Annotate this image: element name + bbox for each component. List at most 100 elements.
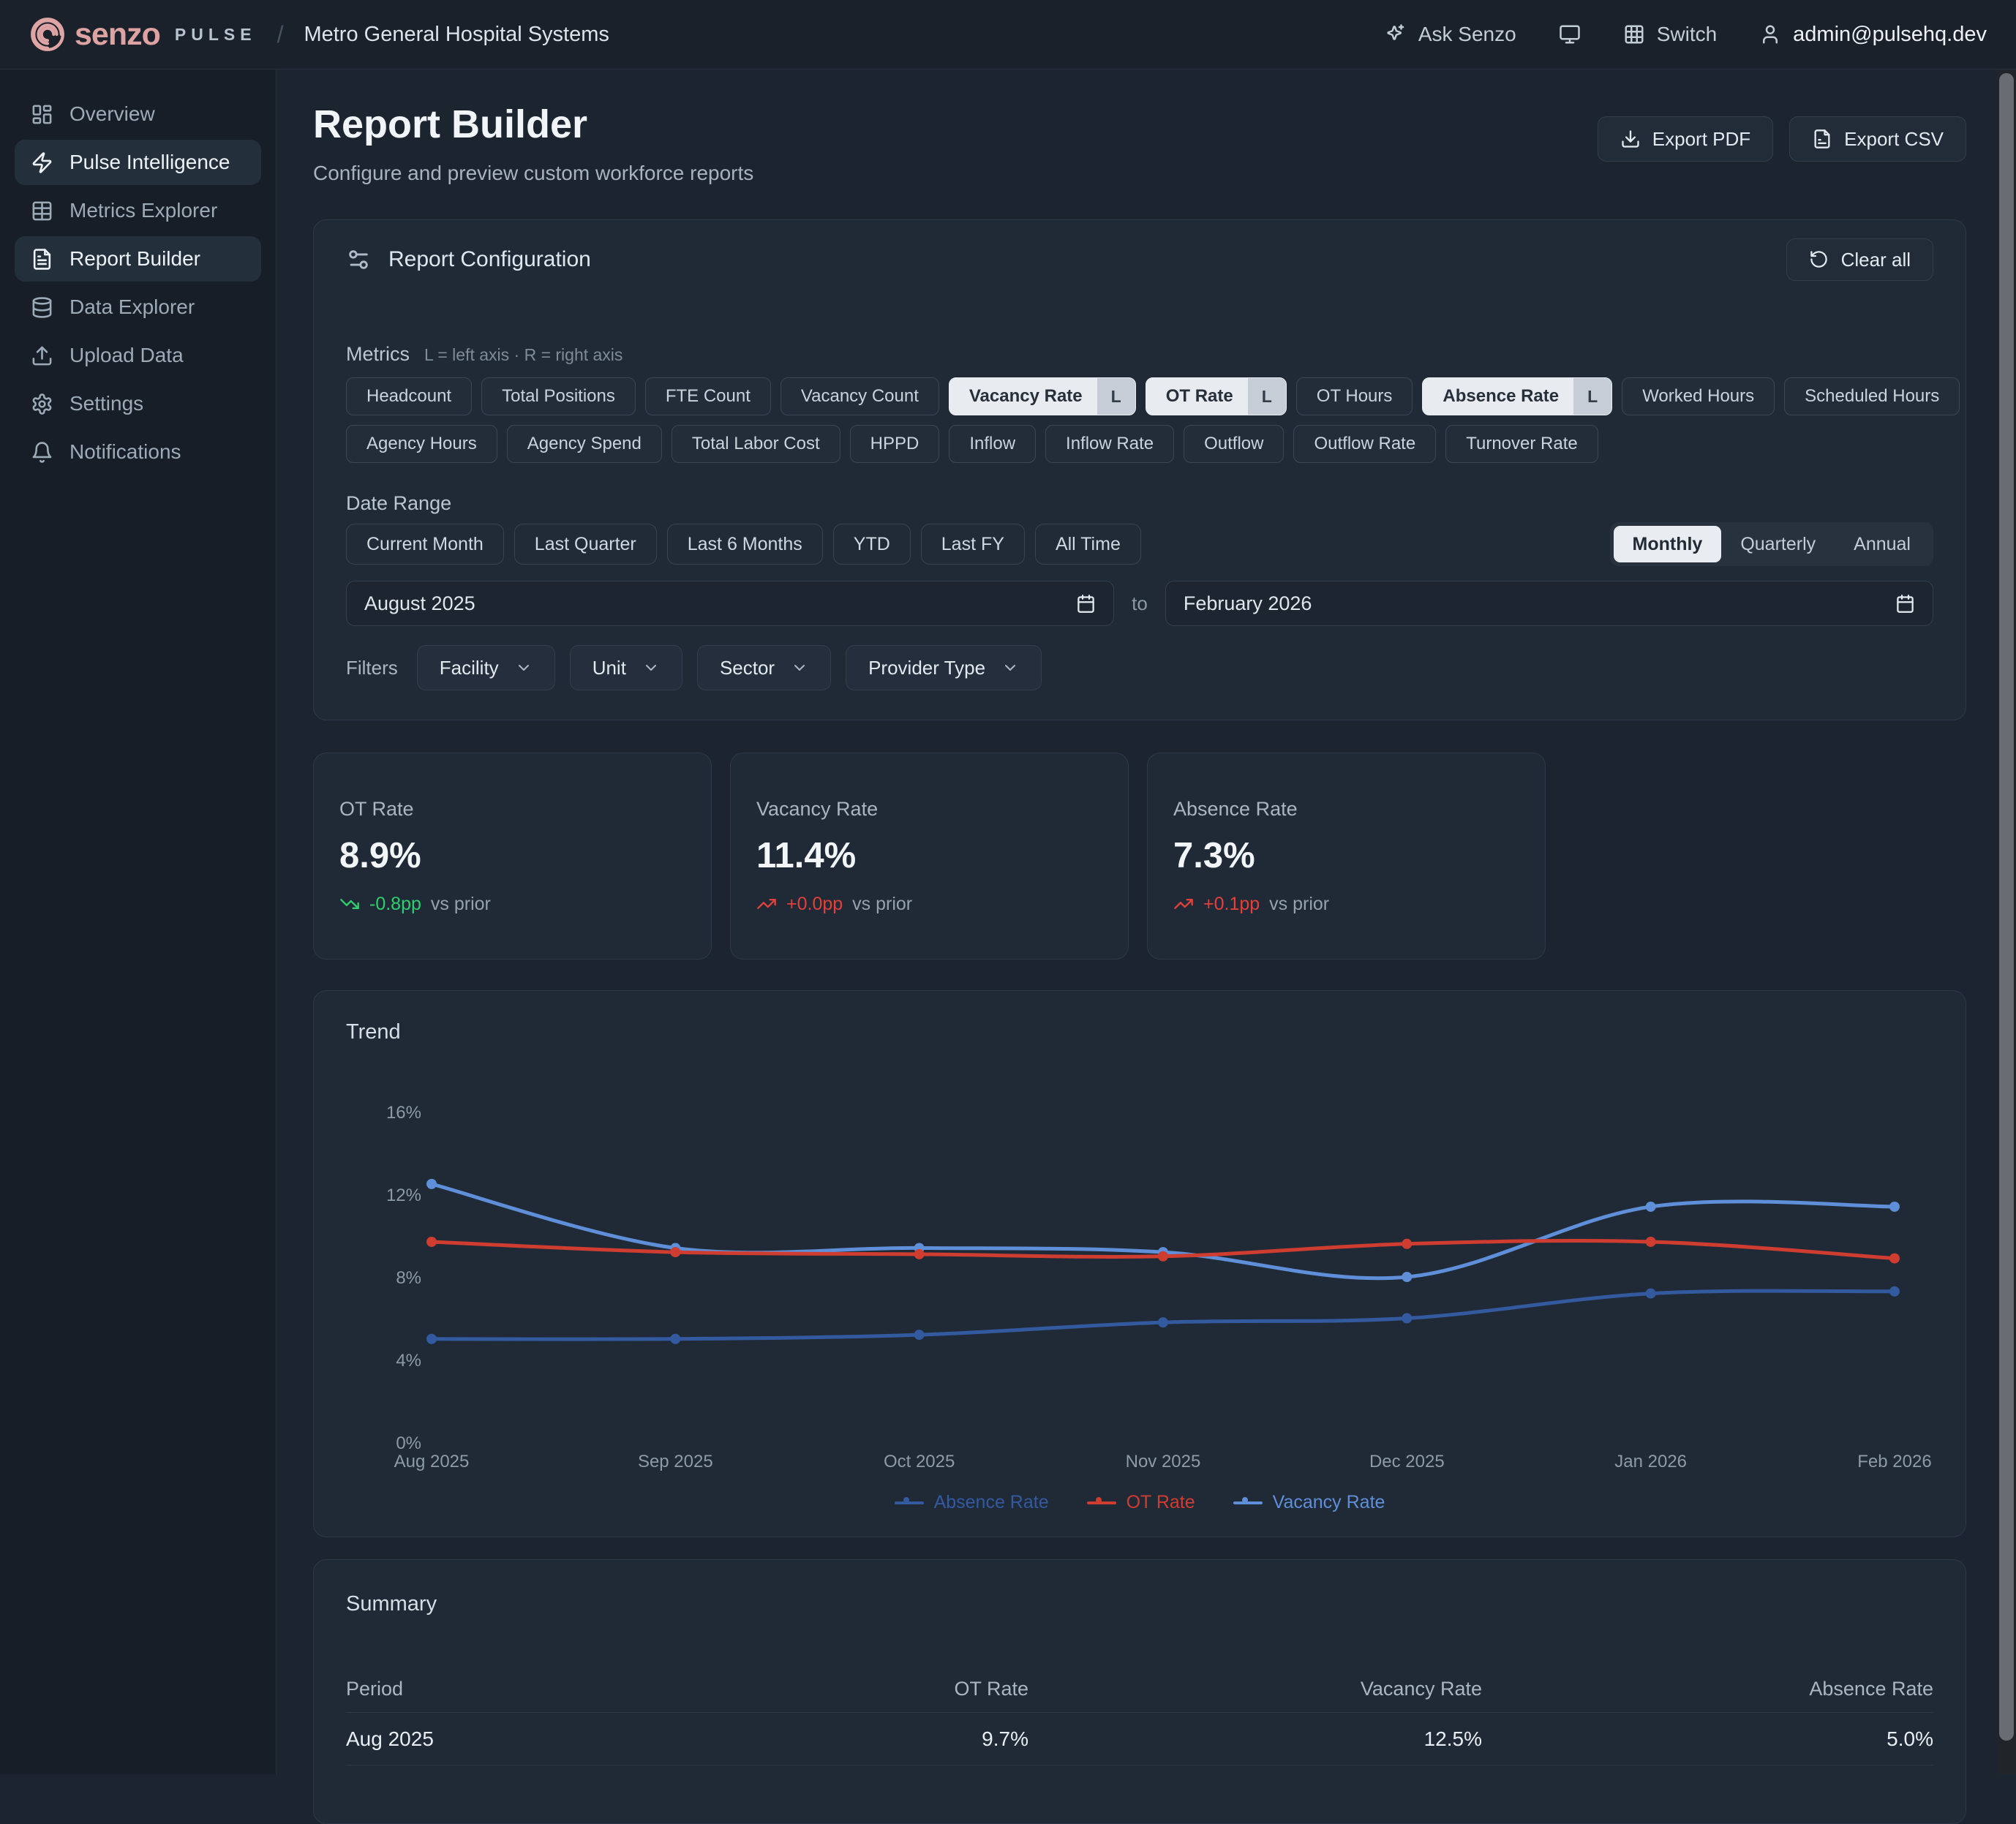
axis-badge: L [1248, 378, 1286, 415]
sidebar-item-notifications[interactable]: Notifications [15, 429, 261, 475]
metric-chip-label: HPPD [870, 434, 919, 454]
sidebar-item-pulse-intelligence[interactable]: Pulse Intelligence [15, 140, 261, 185]
metric-chip-label: Vacancy Count [801, 386, 919, 407]
kpi-delta-suffix: vs prior [852, 894, 912, 915]
app-header: senzo PULSE / Metro General Hospital Sys… [0, 0, 2016, 69]
metric-chip-label: Worked Hours [1642, 386, 1754, 407]
quick-range-label: Last Quarter [535, 534, 636, 555]
svg-text:Jan 2026: Jan 2026 [1614, 1452, 1687, 1471]
sidebar-item-metrics-explorer[interactable]: Metrics Explorer [15, 188, 261, 233]
export-pdf-button[interactable]: Export PDF [1598, 116, 1773, 162]
filter-dropdown-unit[interactable]: Unit [570, 645, 682, 690]
scrollbar-track[interactable] [1997, 69, 2016, 1774]
sidebar-item-data-explorer[interactable]: Data Explorer [15, 284, 261, 330]
scrollbar-thumb[interactable] [1999, 73, 2014, 1741]
quick-range-all-time[interactable]: All Time [1035, 524, 1141, 565]
date-from-input[interactable]: August 2025 [346, 581, 1114, 626]
metric-chip-inflow[interactable]: Inflow [949, 425, 1036, 463]
filter-dropdown-facility[interactable]: Facility [417, 645, 555, 690]
metric-chip-inflow-rate[interactable]: Inflow Rate [1045, 425, 1174, 463]
quick-range-ytd[interactable]: YTD [833, 524, 911, 565]
quick-range-last-fy[interactable]: Last FY [921, 524, 1025, 565]
sidebar-item-report-builder[interactable]: Report Builder [15, 236, 261, 282]
metric-chip-agency-spend[interactable]: Agency Spend [507, 425, 662, 463]
svg-text:Oct 2025: Oct 2025 [884, 1452, 955, 1471]
legend-label: OT Rate [1127, 1492, 1195, 1513]
filter-label: Facility [440, 657, 499, 679]
senzo-logo-swirl-icon [29, 16, 66, 53]
file-icon [1812, 129, 1832, 149]
metric-chip-ot-hours[interactable]: OT Hours [1296, 377, 1413, 415]
clear-all-button[interactable]: Clear all [1786, 238, 1933, 281]
account-menu[interactable]: admin@pulsehq.dev [1759, 23, 1987, 47]
filter-dropdown-provider-type[interactable]: Provider Type [846, 645, 1042, 690]
grid-icon [1623, 23, 1645, 45]
legend-item-ot-rate[interactable]: OT Rate [1087, 1492, 1195, 1513]
granularity-option-annual[interactable]: Annual [1835, 526, 1930, 562]
svg-text:Nov 2025: Nov 2025 [1126, 1452, 1201, 1471]
sliders-icon [346, 247, 371, 272]
ask-senzo-label: Ask Senzo [1418, 23, 1516, 46]
axis-badge: L [1097, 378, 1135, 415]
sidebar-item-overview[interactable]: Overview [15, 91, 261, 137]
filters-label: Filters [346, 657, 398, 679]
kpi-card-ot-rate: OT Rate8.9%-0.8ppvs prior [313, 753, 712, 960]
display-mode-button[interactable] [1559, 23, 1581, 45]
metric-chip-absence-rate[interactable]: Absence RateL [1422, 377, 1612, 415]
svg-text:16%: 16% [386, 1103, 421, 1123]
metric-chip-hppd[interactable]: HPPD [850, 425, 940, 463]
metric-chip-scheduled-hours[interactable]: Scheduled Hours [1784, 377, 1960, 415]
legend-item-absence-rate[interactable]: Absence Rate [895, 1492, 1049, 1513]
granularity-option-monthly[interactable]: Monthly [1614, 526, 1722, 562]
sidebar-item-upload-data[interactable]: Upload Data [15, 333, 261, 378]
upload-icon [31, 344, 53, 367]
summary-cell: Aug 2025 [346, 1727, 575, 1751]
date-to-input[interactable]: February 2026 [1165, 581, 1933, 626]
ask-senzo-button[interactable]: Ask Senzo [1385, 23, 1516, 46]
filter-dropdown-sector[interactable]: Sector [697, 645, 831, 690]
svg-text:Dec 2025: Dec 2025 [1369, 1452, 1445, 1471]
calendar-icon[interactable] [1076, 594, 1096, 614]
sidebar-item-label: Notifications [69, 440, 181, 464]
quick-range-current-month[interactable]: Current Month [346, 524, 504, 565]
kpi-label: OT Rate [339, 798, 685, 821]
brand-name: senzo [75, 17, 160, 53]
metric-chip-total-positions[interactable]: Total Positions [481, 377, 636, 415]
metric-chip-agency-hours[interactable]: Agency Hours [346, 425, 497, 463]
metric-chip-total-labor-cost[interactable]: Total Labor Cost [672, 425, 840, 463]
switch-button[interactable]: Switch [1623, 23, 1717, 46]
sidebar-item-label: Metrics Explorer [69, 199, 217, 222]
summary-cell: 9.7% [575, 1727, 1028, 1751]
summary-table: PeriodOT RateVacancy RateAbsence Rate Aug… [346, 1678, 1933, 1765]
calendar-icon[interactable] [1895, 594, 1915, 614]
quick-range-last-quarter[interactable]: Last Quarter [514, 524, 657, 565]
metric-chip-worked-hours[interactable]: Worked Hours [1622, 377, 1775, 415]
page-subtitle: Configure and preview custom workforce r… [313, 161, 753, 185]
metric-chip-fte-count[interactable]: FTE Count [645, 377, 771, 415]
metric-chip-vacancy-count[interactable]: Vacancy Count [781, 377, 939, 415]
metric-chip-label: FTE Count [666, 386, 751, 407]
export-csv-button[interactable]: Export CSV [1789, 116, 1966, 162]
summary-column-period: Period [346, 1678, 575, 1700]
sidebar-nav: OverviewPulse Intelligence Metrics Explor… [15, 91, 261, 475]
sidebar-item-settings[interactable]: Settings [15, 381, 261, 426]
summary-header-row: PeriodOT RateVacancy RateAbsence Rate [346, 1678, 1933, 1713]
legend-item-vacancy-rate[interactable]: Vacancy Rate [1233, 1492, 1385, 1513]
metric-chip-outflow[interactable]: Outflow [1184, 425, 1284, 463]
metric-chip-headcount[interactable]: Headcount [346, 377, 472, 415]
metric-chip-turnover-rate[interactable]: Turnover Rate [1445, 425, 1598, 463]
quick-range-last-6-months[interactable]: Last 6 Months [667, 524, 823, 565]
quick-range-label: YTD [854, 534, 890, 555]
metric-chip-outflow-rate[interactable]: Outflow Rate [1293, 425, 1436, 463]
metric-chip-label: Outflow [1204, 434, 1263, 454]
header-actions: Ask Senzo Switch admin@pulseh [1385, 23, 1987, 47]
kpi-card-absence-rate: Absence Rate7.3%+0.1ppvs prior [1147, 753, 1546, 960]
metric-chip-ot-rate[interactable]: OT RateL [1146, 377, 1287, 415]
legend-marker-icon [1087, 1497, 1116, 1509]
granularity-option-quarterly[interactable]: Quarterly [1721, 526, 1835, 562]
metric-chip-label: Inflow Rate [1066, 434, 1154, 454]
metric-chip-vacancy-rate[interactable]: Vacancy RateL [949, 377, 1136, 415]
date-range-to-label: to [1132, 592, 1148, 615]
metrics-axis-hint: L = left axis · R = right axis [424, 345, 623, 365]
metric-chip-label: OT Hours [1317, 386, 1393, 407]
